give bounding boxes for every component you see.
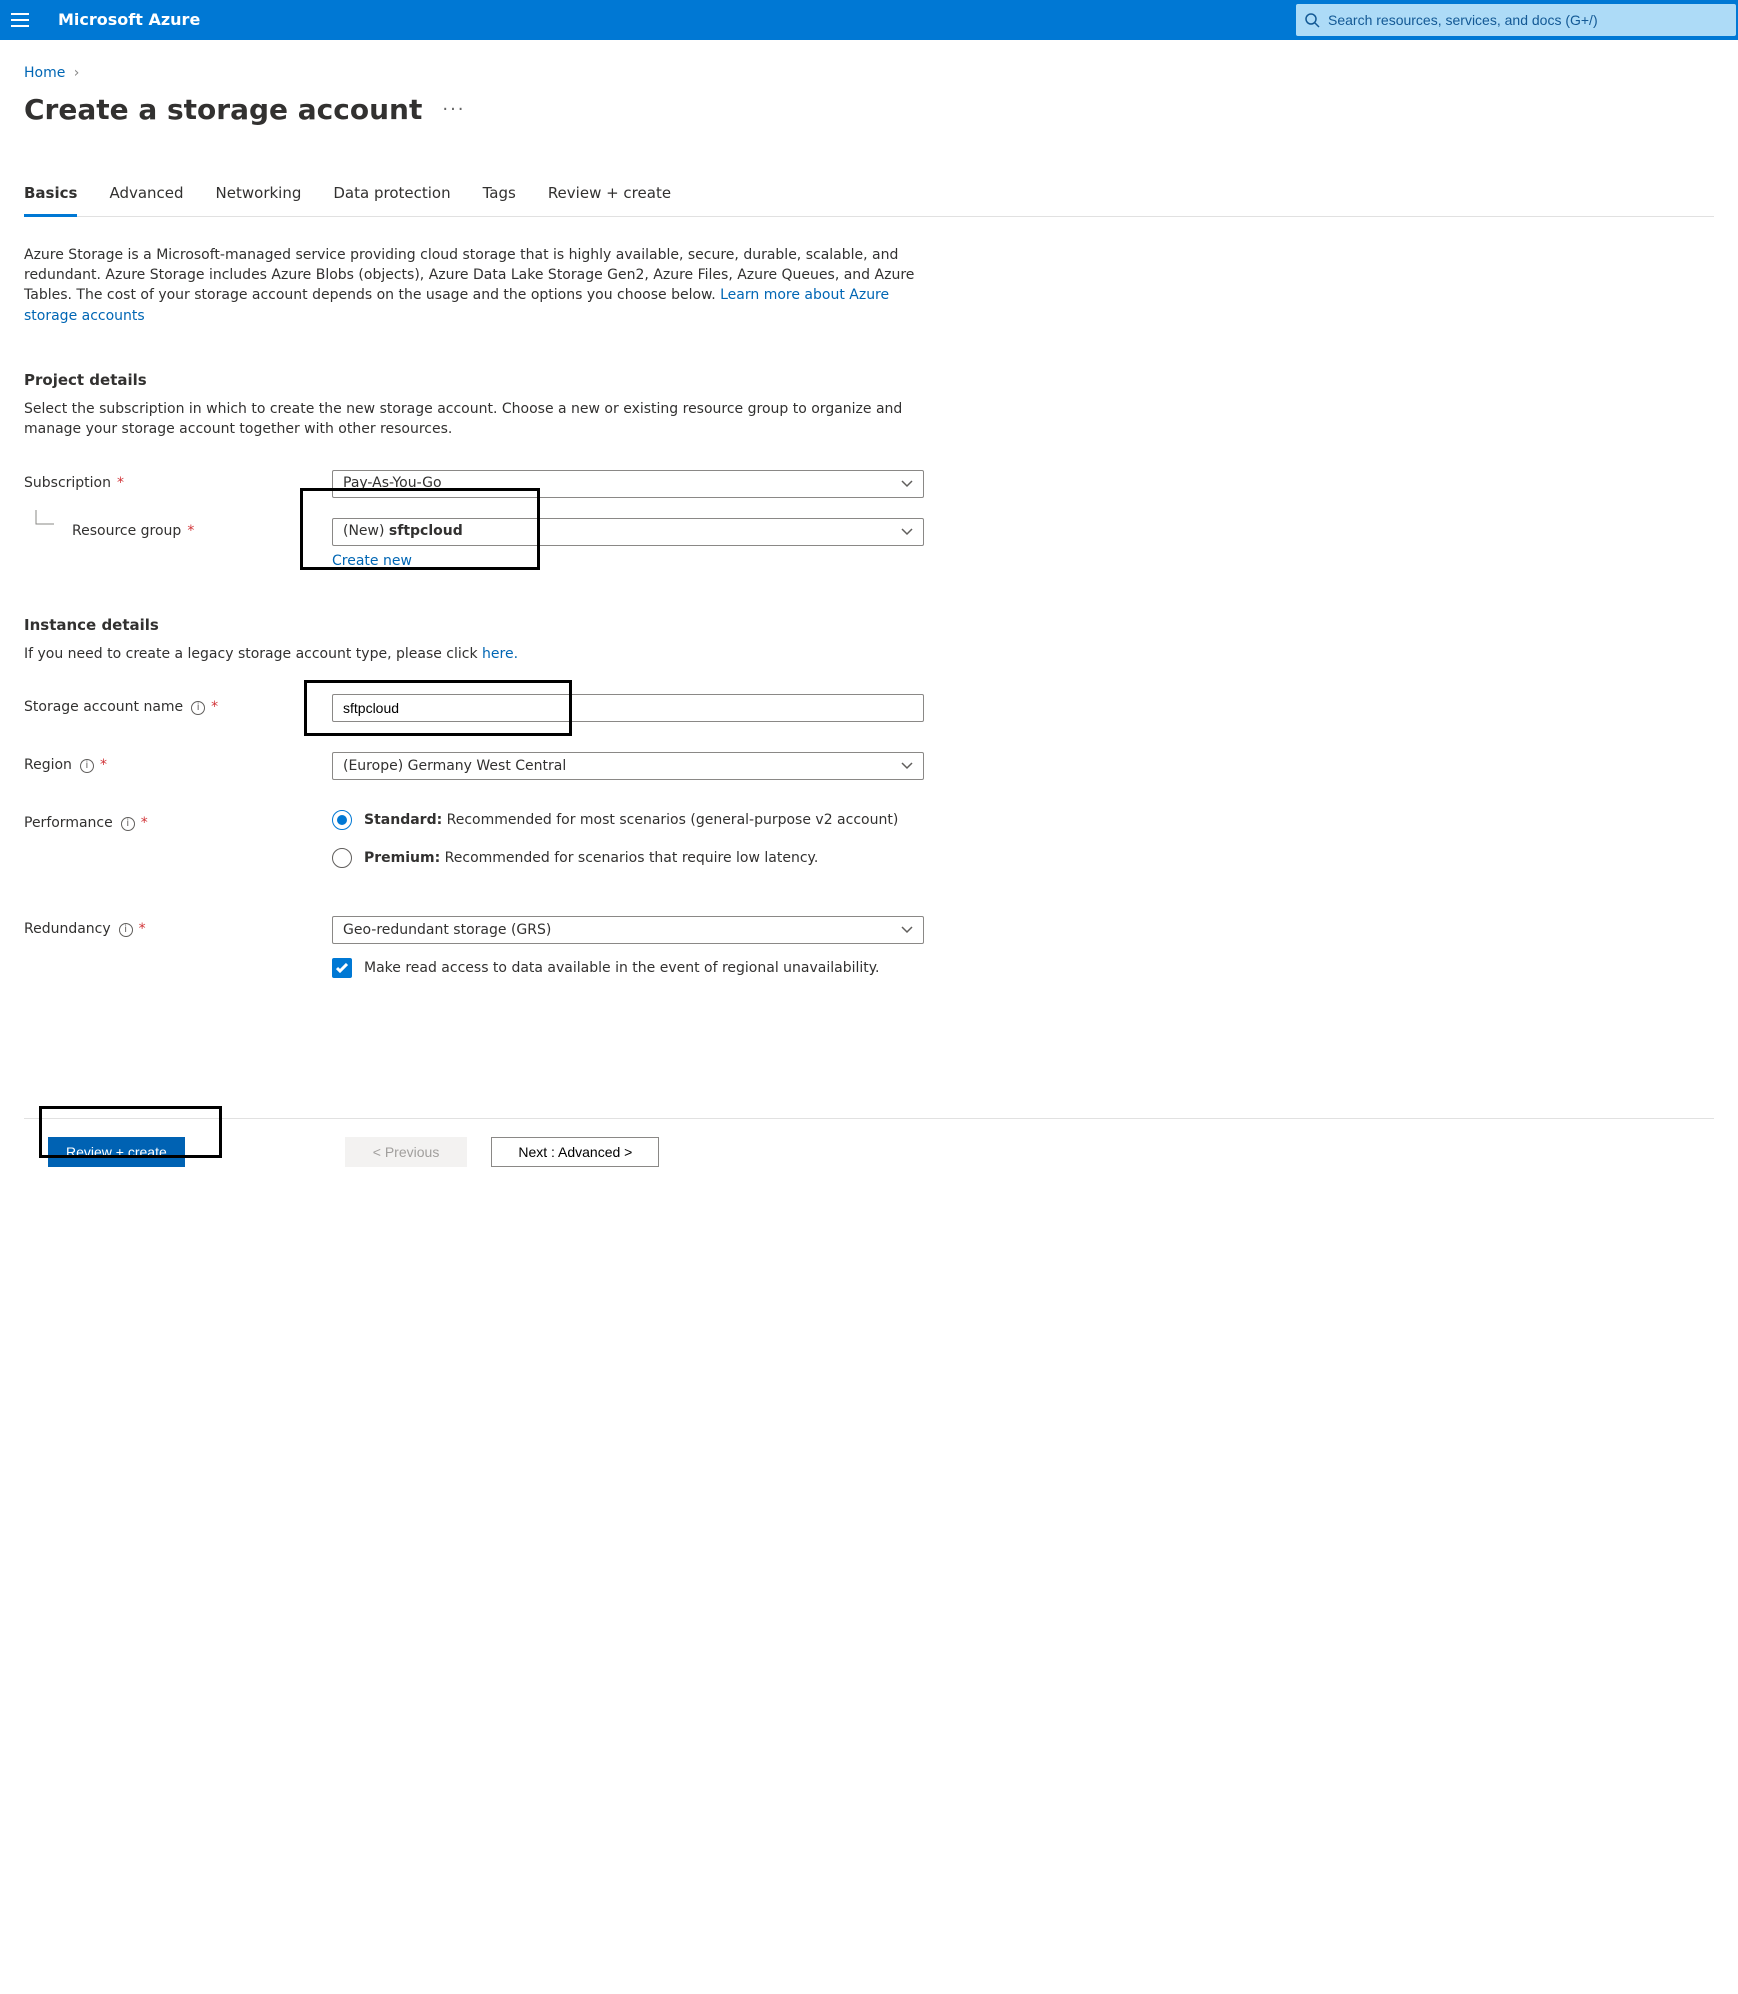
storage-account-name-field[interactable] (332, 694, 924, 722)
region-label: Region (24, 756, 72, 776)
tab-basics[interactable]: Basics (24, 183, 77, 217)
create-new-rg-link[interactable]: Create new (332, 553, 412, 569)
storage-account-name-input[interactable] (343, 700, 913, 716)
project-details-title: Project details (24, 370, 924, 391)
tree-connector-icon (32, 510, 56, 530)
next-button[interactable]: Next : Advanced > (491, 1137, 659, 1167)
region-select[interactable]: (Europe) Germany West Central (332, 752, 924, 780)
subscription-label: Subscription (24, 474, 111, 494)
top-bar: Microsoft Azure (0, 0, 1738, 40)
intro-text: Azure Storage is a Microsoft-managed ser… (24, 245, 924, 326)
info-icon[interactable]: i (119, 923, 133, 937)
previous-button: < Previous (345, 1137, 468, 1167)
tab-tags[interactable]: Tags (483, 183, 516, 216)
hamburger-menu-icon[interactable] (0, 13, 40, 27)
page-title: Create a storage account ··· (24, 90, 1714, 129)
check-icon (336, 963, 348, 973)
search-input[interactable] (1328, 12, 1728, 28)
resource-group-select[interactable]: (New) sftpcloud (332, 518, 924, 546)
project-details-desc: Select the subscription in which to crea… (24, 399, 924, 440)
info-icon[interactable]: i (191, 701, 205, 715)
info-icon[interactable]: i (80, 759, 94, 773)
tab-networking[interactable]: Networking (216, 183, 302, 216)
tab-advanced[interactable]: Advanced (109, 183, 183, 216)
breadcrumb-home[interactable]: Home (24, 65, 65, 81)
more-icon[interactable]: ··· (442, 97, 465, 122)
required-marker: * (139, 920, 146, 940)
chevron-down-icon (901, 480, 913, 488)
performance-standard-label: Standard: Recommended for most scenarios… (364, 811, 898, 831)
global-search[interactable] (1296, 4, 1736, 36)
tab-data-protection[interactable]: Data protection (333, 183, 450, 216)
wizard-footer: Review + create < Previous Next : Advanc… (24, 1118, 1714, 1185)
chevron-down-icon (901, 926, 913, 934)
subscription-select[interactable]: Pay-As-You-Go (332, 470, 924, 498)
required-marker: * (117, 474, 124, 494)
read-access-label: Make read access to data available in th… (364, 959, 880, 979)
required-marker: * (187, 522, 194, 542)
performance-premium-radio[interactable] (332, 848, 352, 868)
instance-details-desc: If you need to create a legacy storage a… (24, 644, 924, 664)
required-marker: * (100, 756, 107, 776)
search-icon (1304, 12, 1320, 28)
redundancy-select[interactable]: Geo-redundant storage (GRS) (332, 916, 924, 944)
brand-title[interactable]: Microsoft Azure (40, 9, 208, 31)
performance-premium-label: Premium: Recommended for scenarios that … (364, 849, 818, 869)
required-marker: * (141, 814, 148, 834)
performance-standard-radio[interactable] (332, 810, 352, 830)
storage-account-name-label: Storage account name (24, 698, 183, 718)
chevron-down-icon (901, 528, 913, 536)
info-icon[interactable]: i (121, 817, 135, 831)
chevron-down-icon (901, 762, 913, 770)
review-create-button[interactable]: Review + create (48, 1137, 185, 1167)
read-access-checkbox[interactable] (332, 958, 352, 978)
chevron-right-icon: › (74, 65, 80, 81)
redundancy-label: Redundancy (24, 920, 111, 940)
resource-group-label: Resource group (72, 522, 181, 542)
required-marker: * (211, 698, 218, 718)
instance-details-title: Instance details (24, 615, 924, 636)
breadcrumb: Home › (24, 64, 1714, 84)
tab-review-create[interactable]: Review + create (548, 183, 671, 216)
performance-label: Performance (24, 814, 113, 834)
tab-bar: Basics Advanced Networking Data protecti… (24, 183, 1714, 217)
legacy-here-link[interactable]: here. (482, 646, 518, 662)
